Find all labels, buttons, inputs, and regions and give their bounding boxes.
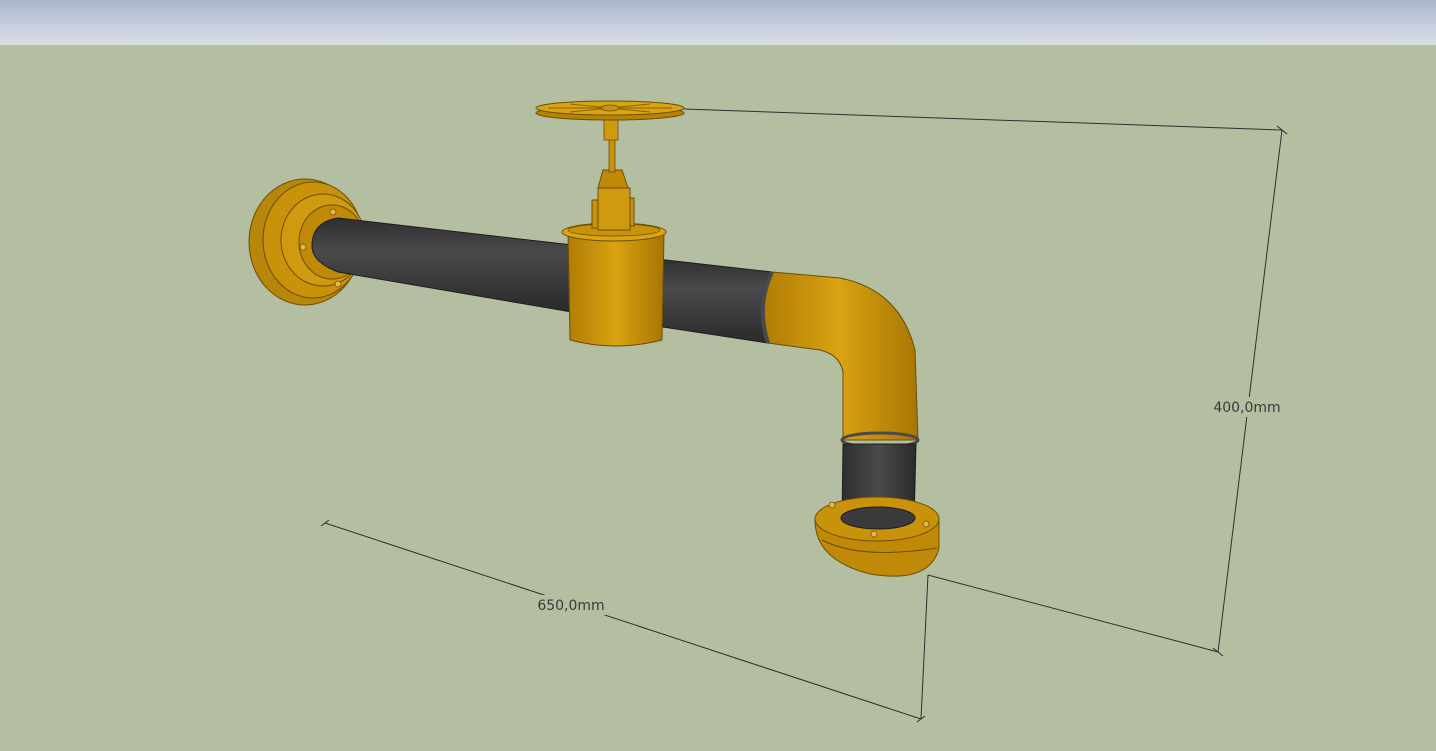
width-extension-right bbox=[920, 574, 929, 720]
valve-body[interactable] bbox=[561, 119, 667, 347]
valve-handwheel[interactable] bbox=[535, 100, 685, 121]
height-extension-top bbox=[683, 108, 1283, 131]
pipe-valve-model[interactable] bbox=[248, 100, 940, 577]
height-dimension-label: 400,0mm bbox=[1213, 400, 1280, 416]
width-dimension-label: 650,0mm bbox=[537, 598, 604, 614]
left-pipe bbox=[311, 217, 573, 313]
modeling-viewport[interactable]: 400,0mm 650,0mm bbox=[0, 0, 1436, 751]
height-dimension[interactable]: 400,0mm bbox=[683, 108, 1288, 657]
bottom-flange bbox=[814, 496, 940, 577]
scene-canvas[interactable]: 400,0mm 650,0mm bbox=[0, 0, 1436, 751]
height-dimension-line bbox=[1217, 129, 1283, 653]
height-extension-bottom bbox=[927, 574, 1219, 653]
elbow-fitting bbox=[761, 271, 919, 441]
